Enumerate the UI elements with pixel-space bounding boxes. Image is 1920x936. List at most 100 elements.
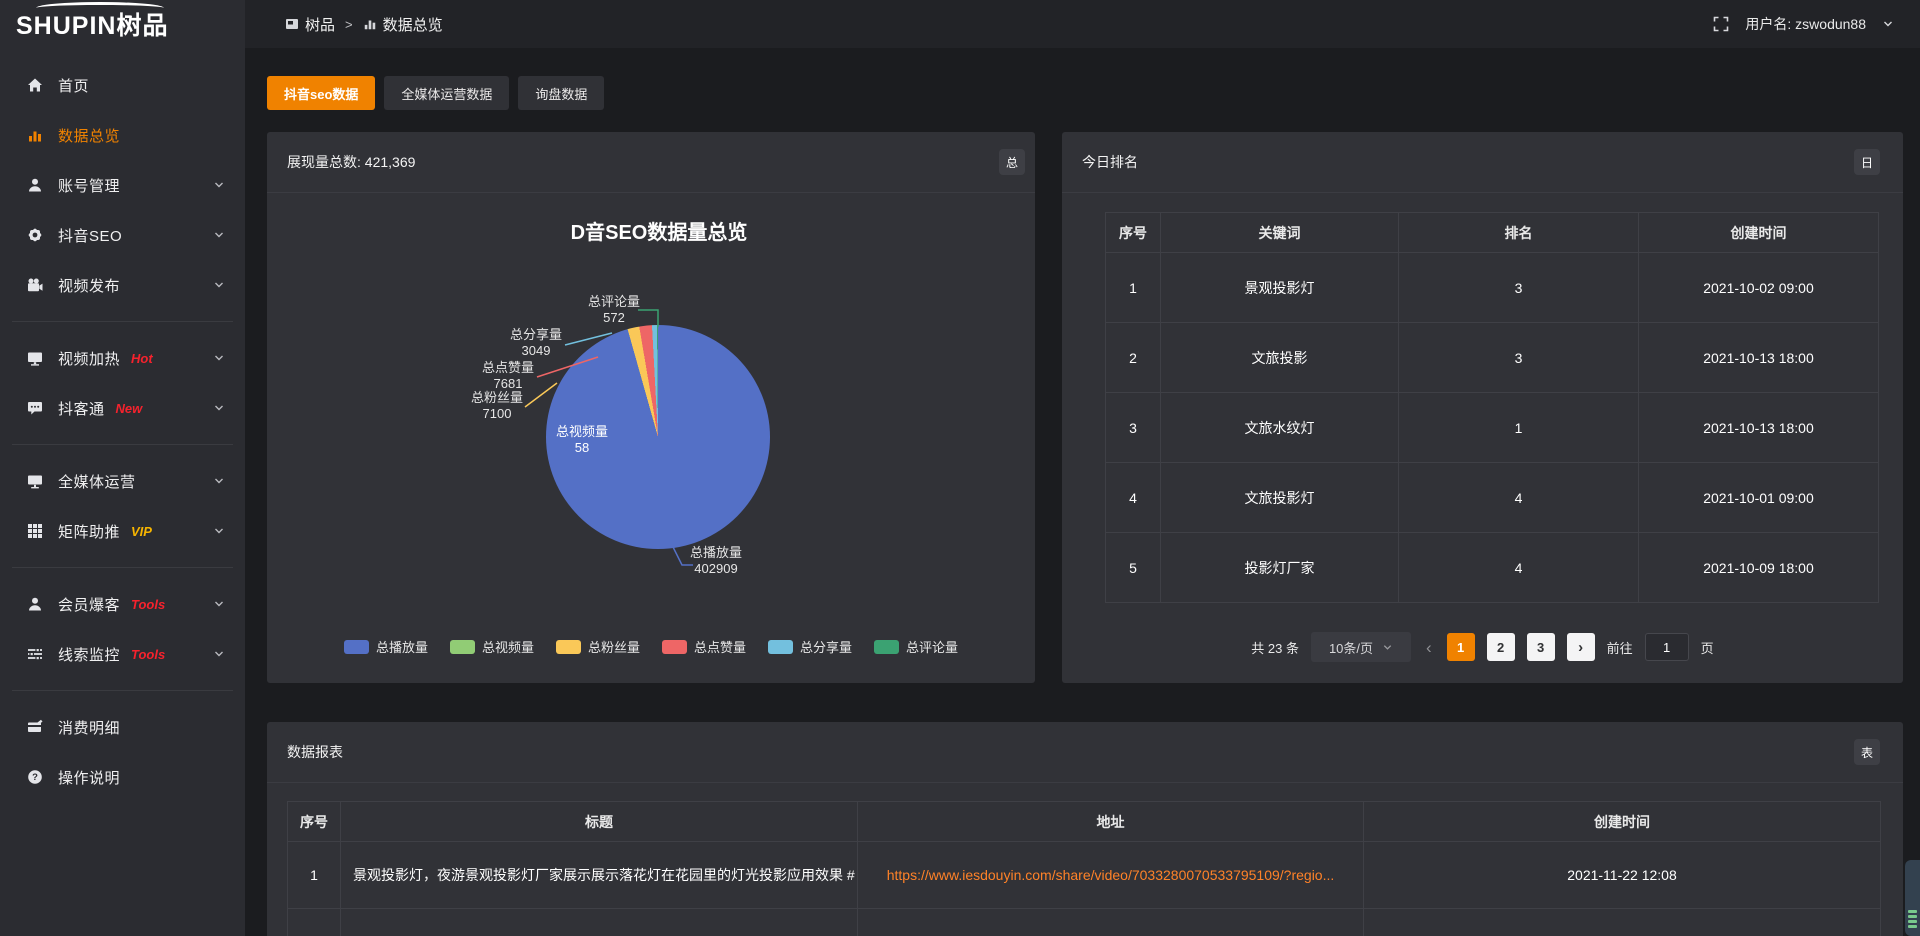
table-row: 4 文旅投影灯 4 2021-10-01 09:00 [1106,463,1879,533]
chevron-down-icon[interactable] [1882,18,1894,30]
created-cell: 2021-10-13 18:00 [1639,393,1879,463]
username[interactable]: 用户名: zswodun88 [1745,14,1866,34]
svg-text:?: ? [32,772,38,783]
prev-page-button[interactable]: ‹ [1423,639,1435,656]
report-table: 序号 标题 地址 创建时间 1 景观投影灯，夜游景观投影灯厂家展示展示落花灯在花… [287,801,1881,936]
keyword-cell: 文旅投影灯 [1161,463,1399,533]
ranking-panel-header: 今日排名 日 [1062,132,1903,193]
chat-icon [27,400,43,416]
legend-item-comments[interactable]: 总评论量 [874,637,958,656]
sidebar-item-douyin-seo[interactable]: 抖音SEO [0,210,245,260]
keyword-cell: 景观投影灯 [1161,253,1399,323]
col-index: 序号 [288,802,341,842]
bar-chart-icon [363,17,377,31]
goto-page-input[interactable] [1645,633,1689,661]
legend-item-likes[interactable]: 总点赞量 [662,637,746,656]
sidebar-item-home[interactable]: 首页 [0,60,245,110]
sidebar-item-video-heat[interactable]: 视频加热 Hot [0,333,245,383]
chevron-down-icon [213,402,225,414]
pagination: 共 23 条 10条/页 ‹ 1 2 3 › 前往 页 [1062,632,1903,662]
page-button-1[interactable]: 1 [1447,633,1475,661]
sidebar-item-douketong[interactable]: 抖客通 New [0,383,245,433]
vip-badge: VIP [131,524,152,539]
matrix-icon [27,523,43,539]
sidebar-divider [12,567,233,568]
data-source-tabs: 抖音seo数据 全媒体运营数据 询盘数据 [267,76,604,110]
sidebar: 首页 数据总览 账号管理 抖音SEO 视频发布 视频加热 Hot 抖客通 New… [0,48,245,936]
page-size-select[interactable]: 10条/页 [1311,632,1411,662]
ranking-title: 今日排名 [1082,152,1138,172]
next-page-button[interactable]: › [1567,633,1595,661]
page-button-3[interactable]: 3 [1527,633,1555,661]
legend-swatch [450,640,475,654]
table-row: 3 文旅水纹灯 1 2021-10-13 18:00 [1106,393,1879,463]
legend-swatch [662,640,687,654]
sidebar-item-help[interactable]: ? 操作说明 [0,752,245,802]
sidebar-item-expense-detail[interactable]: 消费明细 [0,702,245,752]
title-cell [341,909,858,936]
chart-panel-header: 展现量总数: 421,369 总 [267,132,1035,193]
table-row: 1 景观投影灯 3 2021-10-02 09:00 [1106,253,1879,323]
breadcrumb-separator: > [345,17,353,32]
logo-arc [36,2,164,14]
pie-label-likes: 总点赞量7681 [463,360,553,392]
pie-label-fans: 总粉丝量7100 [452,390,542,422]
table-row: 1 景观投影灯，夜游景观投影灯厂家展示展示落花灯在花园里的灯光投影应用效果 # … [288,842,1881,909]
col-title: 标题 [341,802,858,842]
sidebar-item-clue-monitor[interactable]: 线索监控 Tools [0,629,245,679]
chevron-down-icon [1382,642,1393,653]
sidebar-item-account[interactable]: 账号管理 [0,160,245,210]
chevron-down-icon [213,352,225,364]
breadcrumb-item-data-overview[interactable]: 数据总览 [363,14,443,35]
chart-title: D音SEO数据量总览 [359,216,959,245]
ranking-panel: 今日排名 日 序号 关键词 排名 创建时间 1 景观投影灯 3 2021-10-… [1062,132,1903,683]
col-url: 地址 [858,802,1364,842]
rank-cell: 3 [1399,323,1639,393]
sidebar-item-data-overview[interactable]: 数据总览 [0,110,245,160]
chevron-down-icon [213,279,225,291]
chevron-down-icon [213,229,225,241]
video-url-link[interactable]: https://www.iesdouyin.com/share/video/70… [887,867,1335,883]
floating-contact-widget[interactable] [1905,860,1920,936]
ranking-table: 序号 关键词 排名 创建时间 1 景观投影灯 3 2021-10-02 09:0… [1105,212,1879,603]
sidebar-item-matrix-boost[interactable]: 矩阵助推 VIP [0,506,245,556]
sidebar-item-video-publish[interactable]: 视频发布 [0,260,245,310]
index-cell: 3 [1106,393,1161,463]
col-rank: 排名 [1399,213,1639,253]
hot-badge: Hot [131,351,153,366]
created-cell: 2021-10-01 09:00 [1639,463,1879,533]
legend-item-plays[interactable]: 总播放量 [344,637,428,656]
tab-douyin-seo-data[interactable]: 抖音seo数据 [267,76,375,110]
sidebar-divider [12,321,233,322]
breadcrumb-item-shupin[interactable]: 树品 [285,14,335,35]
legend-swatch [768,640,793,654]
breadcrumb: 树品 > 数据总览 [285,14,443,35]
page-button-2[interactable]: 2 [1487,633,1515,661]
legend-item-videos[interactable]: 总视频量 [450,637,534,656]
legend-item-fans[interactable]: 总粉丝量 [556,637,640,656]
legend-item-shares[interactable]: 总分享量 [768,637,852,656]
tab-media-operation-data[interactable]: 全媒体运营数据 [384,76,509,110]
tab-inquiry-data[interactable]: 询盘数据 [518,76,604,110]
clue-monitor-icon [27,646,43,662]
index-cell: 4 [1106,463,1161,533]
goto-unit: 页 [1701,638,1714,657]
sidebar-item-media-operation[interactable]: 全媒体运营 [0,456,245,506]
fullscreen-icon[interactable] [1713,16,1729,32]
total-badge-button[interactable]: 总 [999,149,1025,175]
daily-badge-button[interactable]: 日 [1854,149,1880,175]
member-icon [27,596,43,612]
tools-badge: Tools [131,597,165,612]
expense-icon [27,719,43,735]
gear-icon [27,227,43,243]
report-panel-header: 数据报表 表 [267,722,1903,783]
created-cell [1364,909,1881,936]
video-publish-icon [27,277,43,293]
sidebar-divider [12,444,233,445]
sidebar-item-member-burst[interactable]: 会员爆客 Tools [0,579,245,629]
pie-label-shares: 总分享量3049 [491,327,581,359]
table-badge-button[interactable]: 表 [1854,739,1880,765]
col-created: 创建时间 [1364,802,1881,842]
index-cell: 2 [1106,323,1161,393]
impressions-total: 展现量总数: 421,369 [287,152,415,172]
